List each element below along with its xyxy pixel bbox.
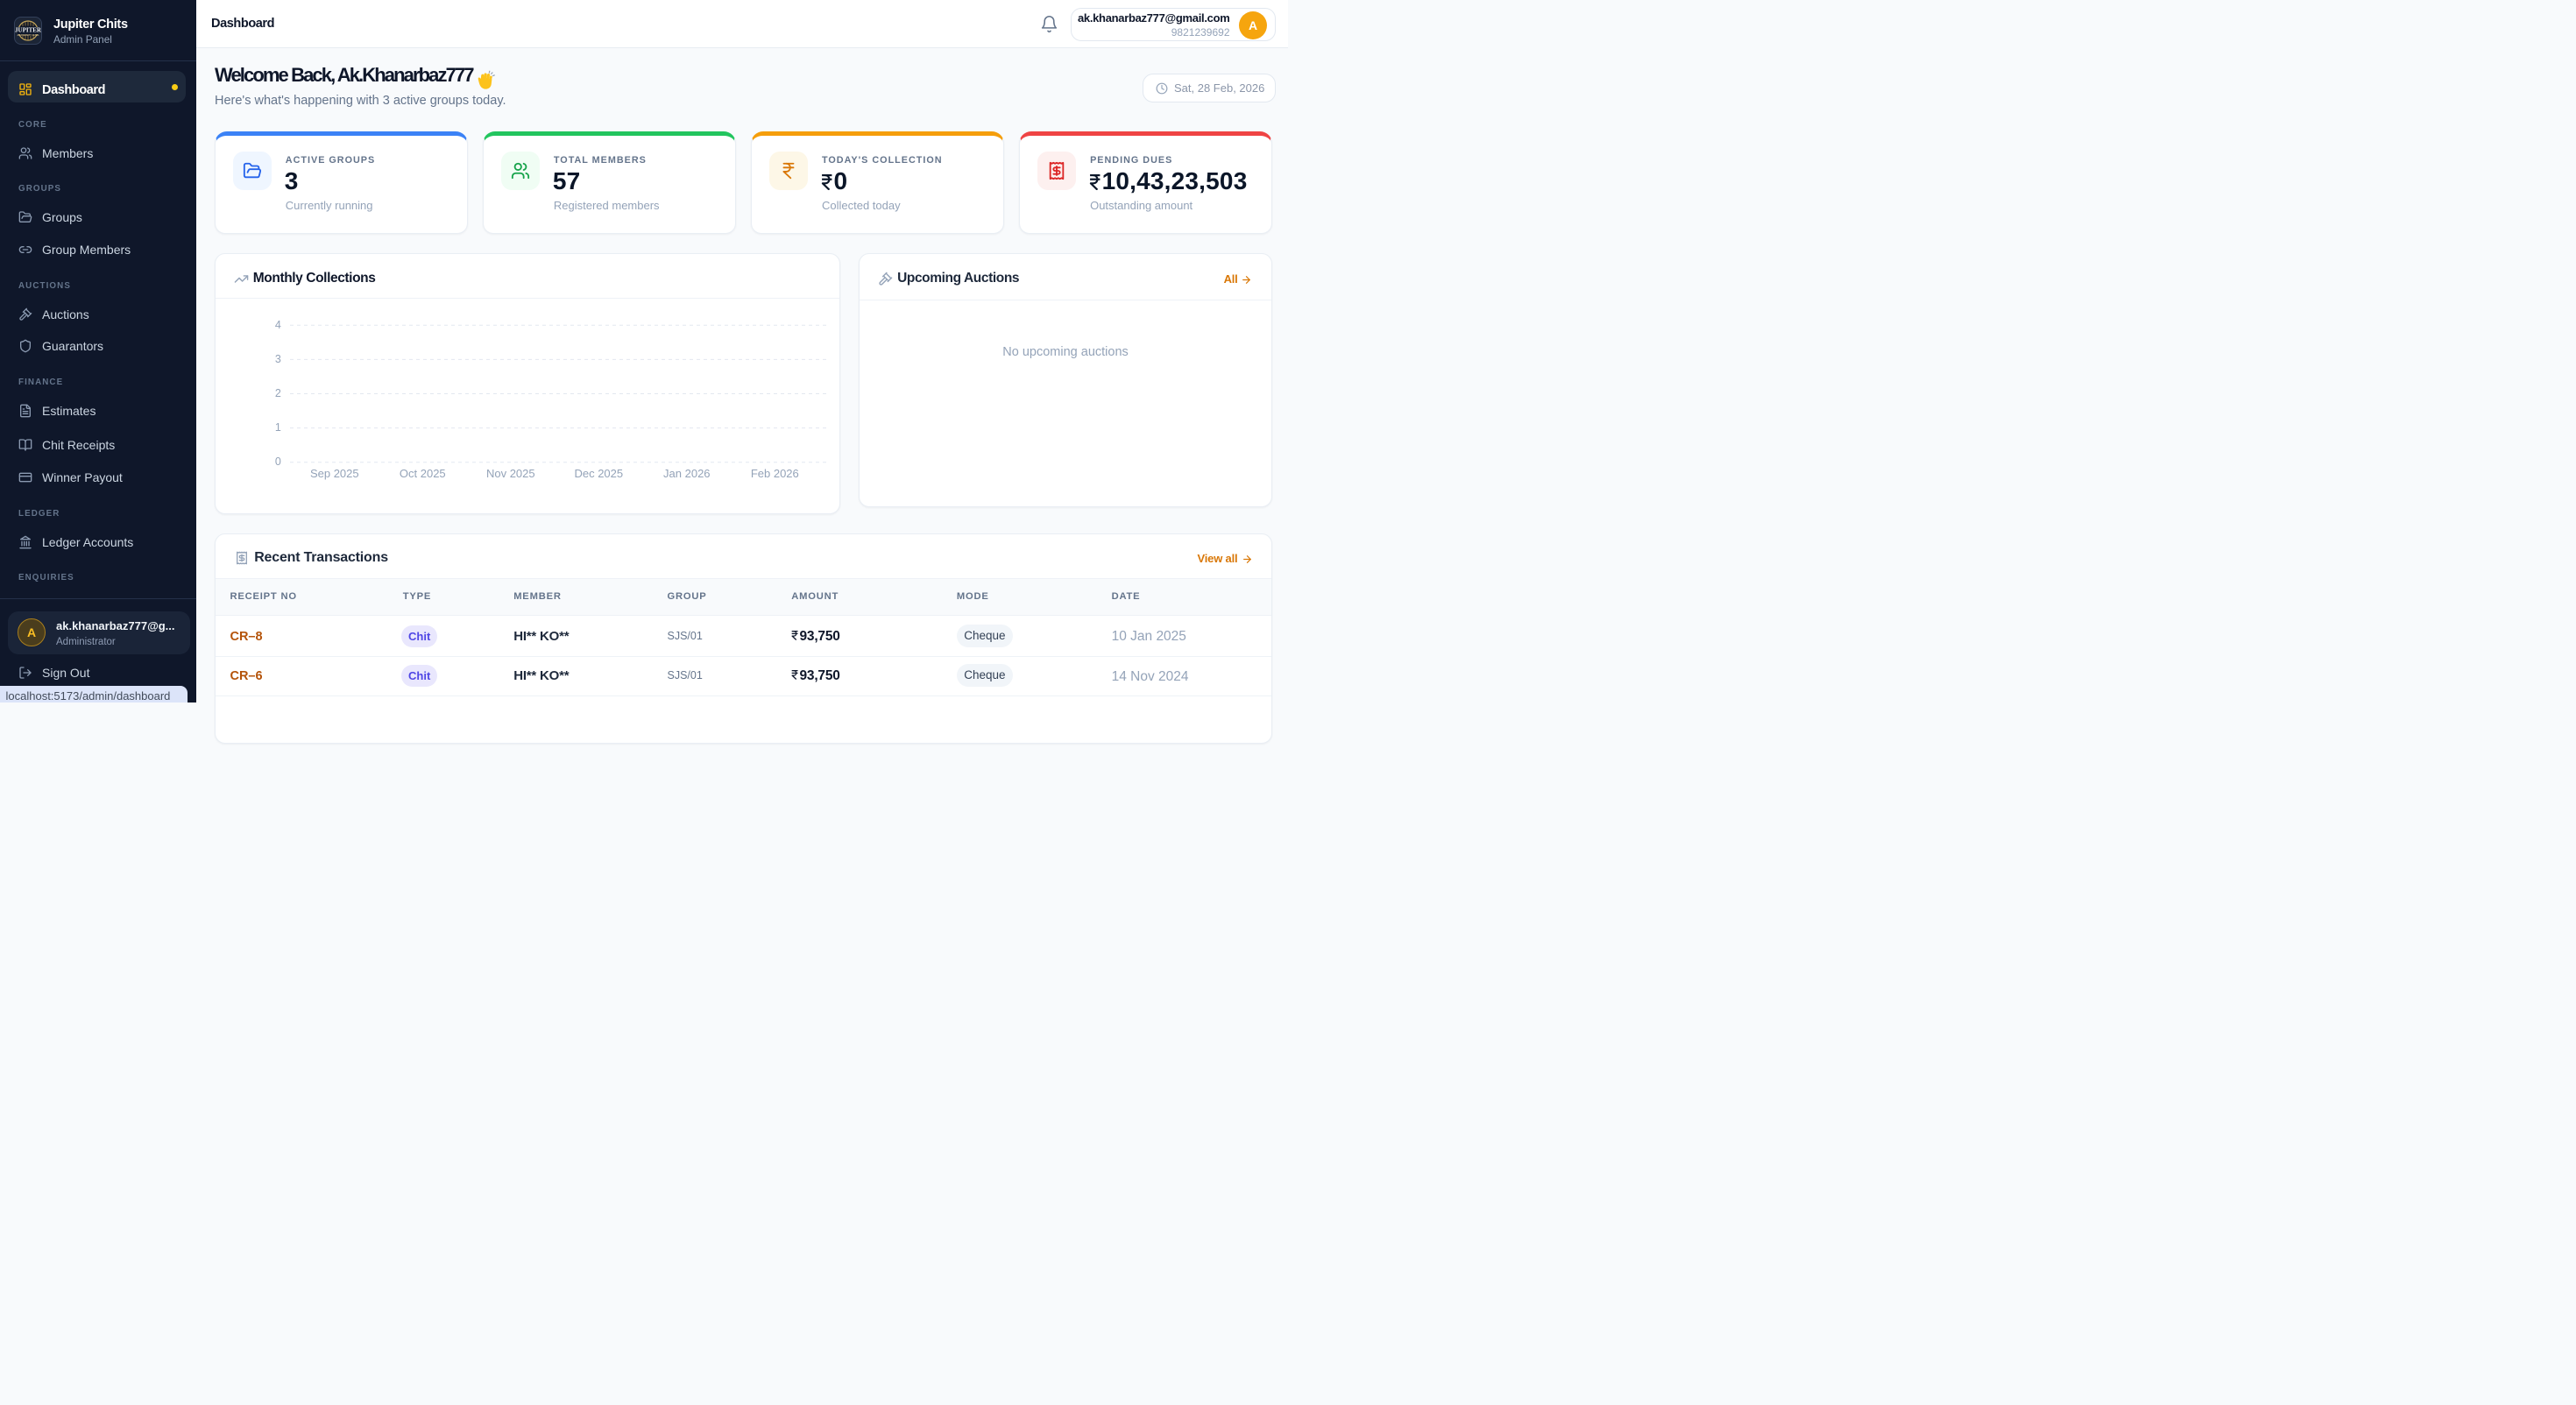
svg-text:JUPITER: JUPITER [15,27,41,34]
svg-text:-FRATERNITY FUND-: -FRATERNITY FUND- [17,33,39,37]
